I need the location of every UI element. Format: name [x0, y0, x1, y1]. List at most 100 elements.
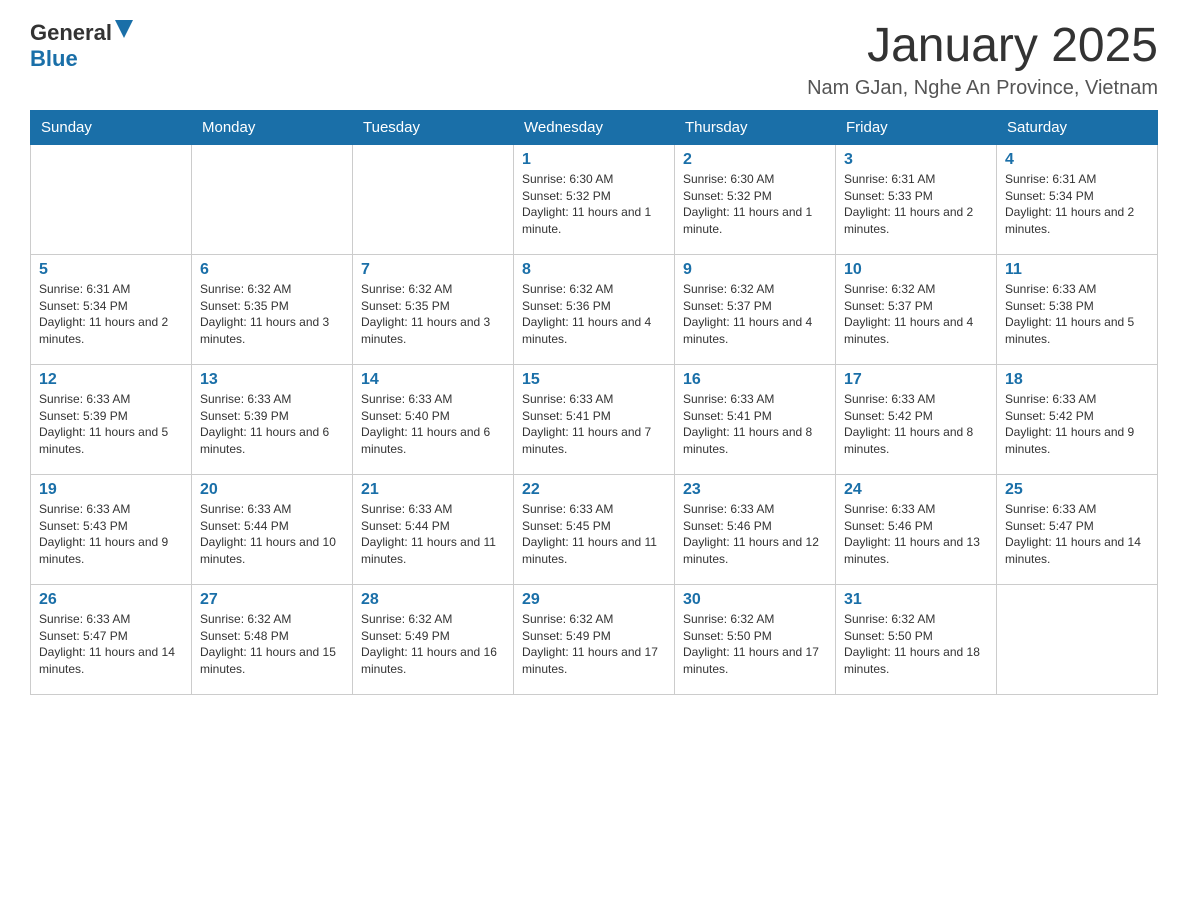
day-info: Sunrise: 6:31 AMSunset: 5:33 PMDaylight:…	[844, 171, 988, 238]
day-number: 25	[1005, 481, 1149, 499]
day-info: Sunrise: 6:32 AMSunset: 5:37 PMDaylight:…	[683, 281, 827, 348]
calendar-title: January 2025	[807, 20, 1158, 73]
calendar-table: SundayMondayTuesdayWednesdayThursdayFrid…	[30, 110, 1158, 695]
weekday-header-saturday: Saturday	[997, 110, 1158, 144]
logo: General Blue	[30, 20, 133, 72]
calendar-cell: 22 Sunrise: 6:33 AMSunset: 5:45 PMDayligh…	[514, 474, 675, 584]
day-number: 3	[844, 151, 988, 169]
weekday-header-monday: Monday	[192, 110, 353, 144]
calendar-cell: 26 Sunrise: 6:33 AMSunset: 5:47 PMDayligh…	[31, 584, 192, 694]
day-number: 5	[39, 261, 183, 279]
calendar-week-row: 1 Sunrise: 6:30 AMSunset: 5:32 PMDaylight…	[31, 144, 1158, 254]
day-number: 8	[522, 261, 666, 279]
day-info: Sunrise: 6:32 AMSunset: 5:48 PMDaylight:…	[200, 611, 344, 678]
day-info: Sunrise: 6:33 AMSunset: 5:45 PMDaylight:…	[522, 501, 666, 568]
calendar-cell: 11Sunrise: 6:33 AMSunset: 5:38 PMDayligh…	[997, 254, 1158, 364]
day-number: 19	[39, 481, 183, 499]
weekday-header-wednesday: Wednesday	[514, 110, 675, 144]
day-info: Sunrise: 6:30 AMSunset: 5:32 PMDaylight:…	[683, 171, 827, 238]
logo-blue-text: Blue	[30, 46, 78, 71]
day-info: Sunrise: 6:31 AMSunset: 5:34 PMDaylight:…	[39, 281, 183, 348]
title-section: January 2025 Nam GJan, Nghe An Province,…	[807, 20, 1158, 100]
calendar-cell: 16 Sunrise: 6:33 AMSunset: 5:41 PMDayligh…	[675, 364, 836, 474]
day-number: 4	[1005, 151, 1149, 169]
day-info: Sunrise: 6:33 AMSunset: 5:39 PMDaylight:…	[39, 391, 183, 458]
day-info: Sunrise: 6:33 AMSunset: 5:46 PMDaylight:…	[844, 501, 988, 568]
day-number: 20	[200, 481, 344, 499]
calendar-cell: 8 Sunrise: 6:32 AMSunset: 5:36 PMDaylight…	[514, 254, 675, 364]
day-info: Sunrise: 6:32 AMSunset: 5:35 PMDaylight:…	[200, 281, 344, 348]
day-number: 30	[683, 591, 827, 609]
logo-arrow-icon	[115, 20, 133, 43]
day-number: 26	[39, 591, 183, 609]
day-info: Sunrise: 6:33 AMSunset: 5:47 PMDaylight:…	[1005, 501, 1149, 568]
day-number: 9	[683, 261, 827, 279]
day-info: Sunrise: 6:33 AMSunset: 5:43 PMDaylight:…	[39, 501, 183, 568]
day-number: 1	[522, 151, 666, 169]
calendar-cell: 13 Sunrise: 6:33 AMSunset: 5:39 PMDayligh…	[192, 364, 353, 474]
calendar-cell: 6Sunrise: 6:32 AMSunset: 5:35 PMDaylight…	[192, 254, 353, 364]
calendar-cell: 1 Sunrise: 6:30 AMSunset: 5:32 PMDaylight…	[514, 144, 675, 254]
day-number: 2	[683, 151, 827, 169]
day-number: 29	[522, 591, 666, 609]
calendar-cell: 10 Sunrise: 6:32 AMSunset: 5:37 PMDayligh…	[836, 254, 997, 364]
calendar-cell: 24 Sunrise: 6:33 AMSunset: 5:46 PMDayligh…	[836, 474, 997, 584]
day-info: Sunrise: 6:30 AMSunset: 5:32 PMDaylight:…	[522, 171, 666, 238]
calendar-week-row: 26 Sunrise: 6:33 AMSunset: 5:47 PMDayligh…	[31, 584, 1158, 694]
day-info: Sunrise: 6:33 AMSunset: 5:41 PMDaylight:…	[522, 391, 666, 458]
calendar-cell: 15 Sunrise: 6:33 AMSunset: 5:41 PMDayligh…	[514, 364, 675, 474]
calendar-cell	[192, 144, 353, 254]
day-number: 22	[522, 481, 666, 499]
day-number: 27	[200, 591, 344, 609]
day-info: Sunrise: 6:33 AMSunset: 5:42 PMDaylight:…	[844, 391, 988, 458]
calendar-cell: 21 Sunrise: 6:33 AMSunset: 5:44 PMDayligh…	[353, 474, 514, 584]
calendar-cell: 17 Sunrise: 6:33 AMSunset: 5:42 PMDayligh…	[836, 364, 997, 474]
calendar-cell: 14Sunrise: 6:33 AMSunset: 5:40 PMDayligh…	[353, 364, 514, 474]
day-number: 23	[683, 481, 827, 499]
day-number: 10	[844, 261, 988, 279]
weekday-header-friday: Friday	[836, 110, 997, 144]
day-info: Sunrise: 6:33 AMSunset: 5:42 PMDaylight:…	[1005, 391, 1149, 458]
calendar-cell: 3 Sunrise: 6:31 AMSunset: 5:33 PMDaylight…	[836, 144, 997, 254]
calendar-cell: 18Sunrise: 6:33 AMSunset: 5:42 PMDayligh…	[997, 364, 1158, 474]
calendar-cell: 23 Sunrise: 6:33 AMSunset: 5:46 PMDayligh…	[675, 474, 836, 584]
calendar-cell: 4Sunrise: 6:31 AMSunset: 5:34 PMDaylight…	[997, 144, 1158, 254]
day-info: Sunrise: 6:32 AMSunset: 5:49 PMDaylight:…	[361, 611, 505, 678]
day-info: Sunrise: 6:33 AMSunset: 5:47 PMDaylight:…	[39, 611, 183, 678]
calendar-cell: 12 Sunrise: 6:33 AMSunset: 5:39 PMDayligh…	[31, 364, 192, 474]
day-info: Sunrise: 6:33 AMSunset: 5:40 PMDaylight:…	[361, 391, 505, 458]
day-number: 28	[361, 591, 505, 609]
day-number: 31	[844, 591, 988, 609]
calendar-week-row: 5 Sunrise: 6:31 AMSunset: 5:34 PMDaylight…	[31, 254, 1158, 364]
day-info: Sunrise: 6:33 AMSunset: 5:39 PMDaylight:…	[200, 391, 344, 458]
calendar-header-row: SundayMondayTuesdayWednesdayThursdayFrid…	[31, 110, 1158, 144]
day-number: 13	[200, 371, 344, 389]
day-number: 21	[361, 481, 505, 499]
calendar-subtitle: Nam GJan, Nghe An Province, Vietnam	[807, 77, 1158, 100]
calendar-cell: 9 Sunrise: 6:32 AMSunset: 5:37 PMDaylight…	[675, 254, 836, 364]
day-number: 17	[844, 371, 988, 389]
weekday-header-sunday: Sunday	[31, 110, 192, 144]
day-info: Sunrise: 6:32 AMSunset: 5:50 PMDaylight:…	[844, 611, 988, 678]
day-info: Sunrise: 6:33 AMSunset: 5:44 PMDaylight:…	[361, 501, 505, 568]
day-number: 12	[39, 371, 183, 389]
day-number: 24	[844, 481, 988, 499]
calendar-cell: 27 Sunrise: 6:32 AMSunset: 5:48 PMDayligh…	[192, 584, 353, 694]
day-info: Sunrise: 6:32 AMSunset: 5:50 PMDaylight:…	[683, 611, 827, 678]
weekday-header-tuesday: Tuesday	[353, 110, 514, 144]
day-number: 11	[1005, 261, 1149, 279]
day-info: Sunrise: 6:33 AMSunset: 5:46 PMDaylight:…	[683, 501, 827, 568]
day-number: 15	[522, 371, 666, 389]
day-info: Sunrise: 6:32 AMSunset: 5:37 PMDaylight:…	[844, 281, 988, 348]
day-number: 16	[683, 371, 827, 389]
day-info: Sunrise: 6:32 AMSunset: 5:35 PMDaylight:…	[361, 281, 505, 348]
calendar-cell: 29 Sunrise: 6:32 AMSunset: 5:49 PMDayligh…	[514, 584, 675, 694]
calendar-week-row: 19 Sunrise: 6:33 AMSunset: 5:43 PMDayligh…	[31, 474, 1158, 584]
day-info: Sunrise: 6:32 AMSunset: 5:49 PMDaylight:…	[522, 611, 666, 678]
day-info: Sunrise: 6:32 AMSunset: 5:36 PMDaylight:…	[522, 281, 666, 348]
weekday-header-thursday: Thursday	[675, 110, 836, 144]
calendar-cell: 25 Sunrise: 6:33 AMSunset: 5:47 PMDayligh…	[997, 474, 1158, 584]
calendar-cell: 2 Sunrise: 6:30 AMSunset: 5:32 PMDaylight…	[675, 144, 836, 254]
day-info: Sunrise: 6:33 AMSunset: 5:41 PMDaylight:…	[683, 391, 827, 458]
page-header: General Blue January 2025 Nam GJan, Nghe…	[30, 20, 1158, 100]
